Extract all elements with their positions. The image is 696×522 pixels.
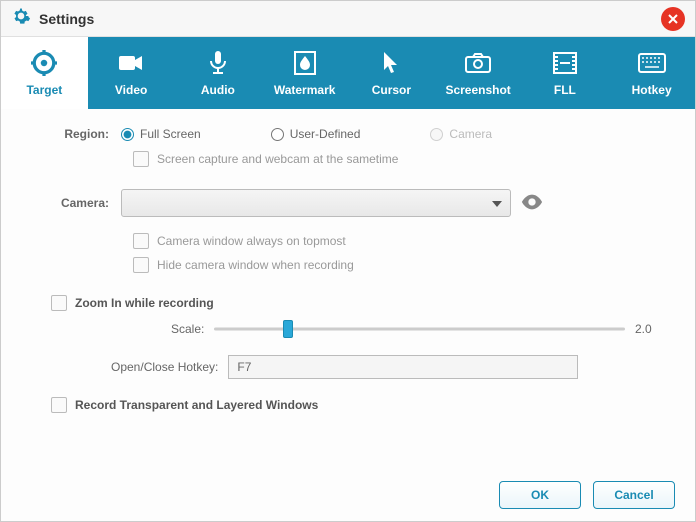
cursor-icon [381,49,401,77]
tab-watermark[interactable]: Watermark [261,37,348,109]
checkbox-topmost: Camera window always on topmost [133,233,665,249]
hotkey-icon [638,49,666,77]
tab-label: Target [26,83,62,97]
scale-label: Scale: [171,322,204,336]
checkbox-sametime: Screen capture and webcam at the sametim… [133,151,665,167]
screenshot-icon [464,49,492,77]
tab-label: Cursor [372,83,411,97]
checkbox-label: Screen capture and webcam at the sametim… [157,152,398,166]
tab-label: Audio [201,83,235,97]
scale-slider[interactable] [214,319,625,339]
tab-label: Screenshot [445,83,510,97]
checkbox-box[interactable] [51,397,67,413]
eye-icon[interactable] [521,194,543,213]
radio-full-screen[interactable]: Full Screen [121,127,201,141]
content-area: Region: Full Screen User-Defined Camera … [1,109,695,431]
camera-label: Camera: [31,196,121,210]
button-label: OK [531,488,549,502]
tab-screenshot[interactable]: Screenshot [435,37,522,109]
checkbox-box[interactable] [51,295,67,311]
checkbox-label: Hide camera window when recording [157,258,354,272]
radio-label: User-Defined [290,127,361,141]
checkbox-label: Camera window always on topmost [157,234,346,248]
tab-cursor[interactable]: Cursor [348,37,435,109]
radio-label: Full Screen [140,127,201,141]
checkbox-transparent[interactable]: Record Transparent and Layered Windows [51,397,665,413]
region-label: Region: [31,127,121,141]
tab-video[interactable]: Video [88,37,175,109]
watermark-icon [293,49,317,77]
camera-select[interactable] [121,189,511,217]
window-title: Settings [39,11,94,27]
scale-value: 2.0 [635,322,665,336]
tab-label: Hotkey [632,83,672,97]
checkbox-zoom[interactable]: Zoom In while recording [51,295,665,311]
checkbox-hide-camera: Hide camera window when recording [133,257,665,273]
ok-button[interactable]: OK [499,481,581,509]
target-icon [31,49,57,77]
cancel-button[interactable]: Cancel [593,481,675,509]
radio-input[interactable] [271,128,284,141]
fll-icon [552,49,578,77]
slider-thumb[interactable] [283,320,293,338]
radio-label: Camera [449,127,492,141]
hotkey-label: Open/Close Hotkey: [111,360,218,374]
tab-label: FLL [554,83,576,97]
video-icon [118,49,144,77]
checkbox-label: Zoom In while recording [75,296,214,310]
audio-icon [207,49,229,77]
tab-target[interactable]: Target [1,37,88,109]
radio-camera: Camera [430,127,492,141]
button-label: Cancel [614,488,653,502]
checkbox-label: Record Transparent and Layered Windows [75,398,318,412]
checkbox-box [133,257,149,273]
hotkey-input[interactable] [228,355,578,379]
checkbox-box [133,233,149,249]
titlebar: Settings [1,1,695,37]
checkbox-box [133,151,149,167]
close-button[interactable] [661,7,685,31]
tab-hotkey[interactable]: Hotkey [608,37,695,109]
gear-icon [11,6,31,31]
tab-audio[interactable]: Audio [175,37,262,109]
tab-label: Watermark [274,83,336,97]
tab-label: Video [115,83,147,97]
radio-user-defined[interactable]: User-Defined [271,127,361,141]
tab-fll[interactable]: FLL [522,37,609,109]
slider-track [214,328,625,331]
footer: OK Cancel [499,481,675,509]
chevron-down-icon [492,196,502,210]
tab-bar: Target Video Audio Watermark Cursor Scre… [1,37,695,109]
radio-input[interactable] [121,128,134,141]
radio-input [430,128,443,141]
